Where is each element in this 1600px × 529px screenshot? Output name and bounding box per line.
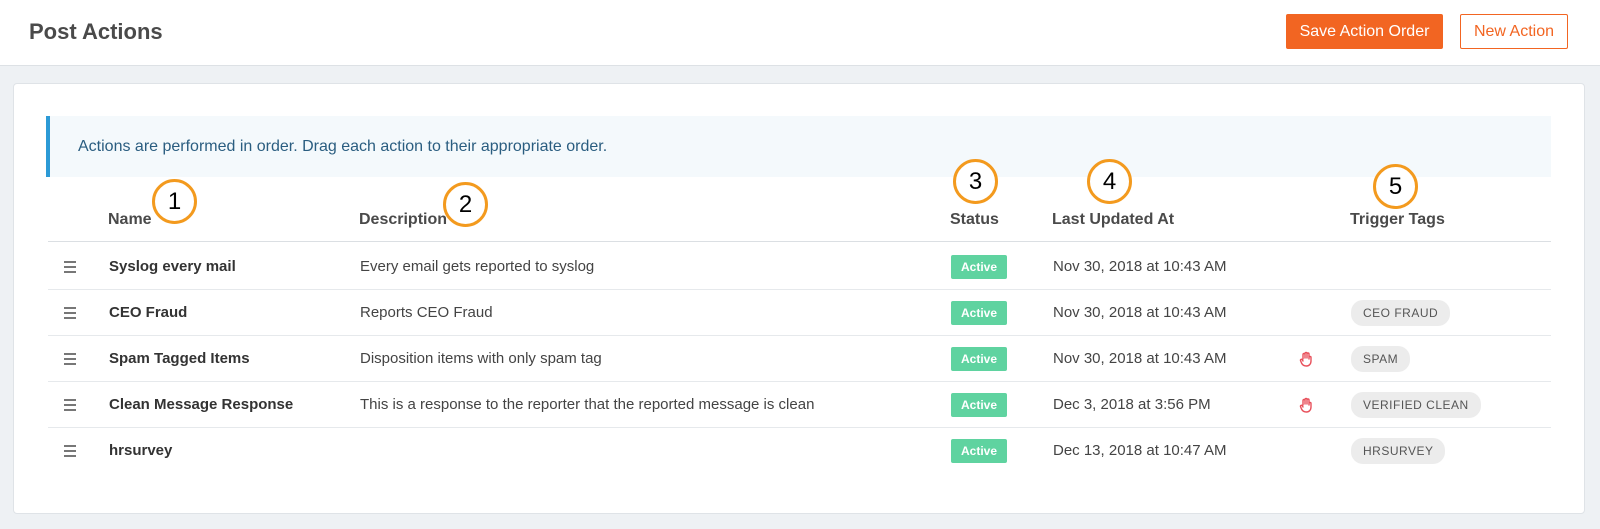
trigger-tag[interactable]: VERIFIED CLEAN [1351, 391, 1481, 418]
status-badge: Active [951, 300, 1008, 325]
info-banner: Actions are performed in order. Drag eac… [46, 116, 1551, 177]
trigger-tag[interactable]: CEO FRAUD [1351, 299, 1451, 326]
annotation-marker-5: 5 [1373, 164, 1418, 209]
last-updated: Dec 3, 2018 at 3:56 PM [1053, 396, 1211, 413]
column-header-description[interactable]: Description [359, 211, 447, 229]
column-header-name[interactable]: Name [108, 211, 152, 229]
trigger-tags-cell: VERIFIED CLEAN [1351, 381, 1481, 428]
save-action-order-button[interactable]: Save Action Order [1286, 14, 1443, 49]
status-badge: Active [951, 254, 1008, 279]
drag-handle-icon[interactable] [62, 427, 78, 474]
status-cell: Active [951, 381, 1008, 428]
status-cell: Active [951, 243, 1008, 290]
trigger-tag[interactable]: SPAM [1351, 345, 1411, 372]
status-badge: Active [951, 346, 1008, 371]
info-banner-text: Actions are performed in order. Drag eac… [78, 137, 608, 155]
action-description: Reports CEO Fraud [360, 304, 493, 321]
action-description: Every email gets reported to syslog [360, 258, 595, 275]
action-description: This is a response to the reporter that … [360, 396, 815, 413]
action-name[interactable]: CEO Fraud [109, 289, 187, 336]
page-title: Post Actions [29, 19, 163, 44]
trigger-tag[interactable]: HRSURVEY [1351, 437, 1446, 464]
hand-stop-icon [1299, 381, 1313, 428]
annotation-marker-2: 2 [443, 182, 488, 227]
action-name[interactable]: Spam Tagged Items [109, 335, 250, 382]
trigger-tags-cell: HRSURVEY [1351, 427, 1446, 474]
status-cell: Active [951, 427, 1008, 474]
table-row[interactable]: Syslog every mail Every email gets report… [48, 243, 1551, 290]
last-updated: Nov 30, 2018 at 10:43 AM [1053, 304, 1227, 321]
table-row[interactable]: hrsurvey Active Dec 13, 2018 at 10:47 AM HR… [48, 427, 1551, 474]
last-updated: Dec 13, 2018 at 10:47 AM [1053, 442, 1227, 459]
action-name[interactable]: Clean Message Response [109, 381, 293, 428]
status-badge: Active [951, 392, 1008, 417]
drag-handle-icon[interactable] [62, 335, 78, 382]
table-row[interactable]: CEO Fraud Reports CEO Fraud Active Nov 30, … [48, 289, 1551, 336]
column-header-last-updated[interactable]: Last Updated At [1052, 211, 1174, 229]
column-header-status[interactable]: Status [950, 211, 999, 229]
action-description: Disposition items with only spam tag [360, 350, 602, 367]
drag-handle-icon[interactable] [62, 243, 78, 290]
drag-handle-icon[interactable] [62, 289, 78, 336]
column-header-trigger-tags[interactable]: Trigger Tags [1350, 211, 1445, 229]
action-name[interactable]: hrsurvey [109, 427, 172, 474]
status-cell: Active [951, 289, 1008, 336]
hand-stop-icon [1299, 335, 1313, 382]
table-row[interactable]: Spam Tagged Items Disposition items with … [48, 335, 1551, 382]
table-row[interactable]: Clean Message Response This is a response… [48, 381, 1551, 428]
action-name[interactable]: Syslog every mail [109, 243, 236, 290]
status-badge: Active [951, 438, 1008, 463]
new-action-button[interactable]: New Action [1460, 14, 1568, 49]
trigger-tags-cell: CEO FRAUD [1351, 289, 1451, 336]
annotation-marker-1: 1 [152, 179, 197, 224]
top-bar: Post Actions Save Action Order New Actio… [0, 0, 1600, 66]
actions-panel: Actions are performed in order. Drag eac… [13, 83, 1585, 514]
drag-handle-icon[interactable] [62, 381, 78, 428]
annotation-marker-3: 3 [953, 159, 998, 204]
last-updated: Nov 30, 2018 at 10:43 AM [1053, 258, 1227, 275]
annotation-marker-4: 4 [1087, 159, 1132, 204]
status-cell: Active [951, 335, 1008, 382]
last-updated: Nov 30, 2018 at 10:43 AM [1053, 350, 1227, 367]
table-header: Name Description Status Last Updated At … [48, 179, 1551, 242]
trigger-tags-cell: SPAM [1351, 335, 1411, 382]
